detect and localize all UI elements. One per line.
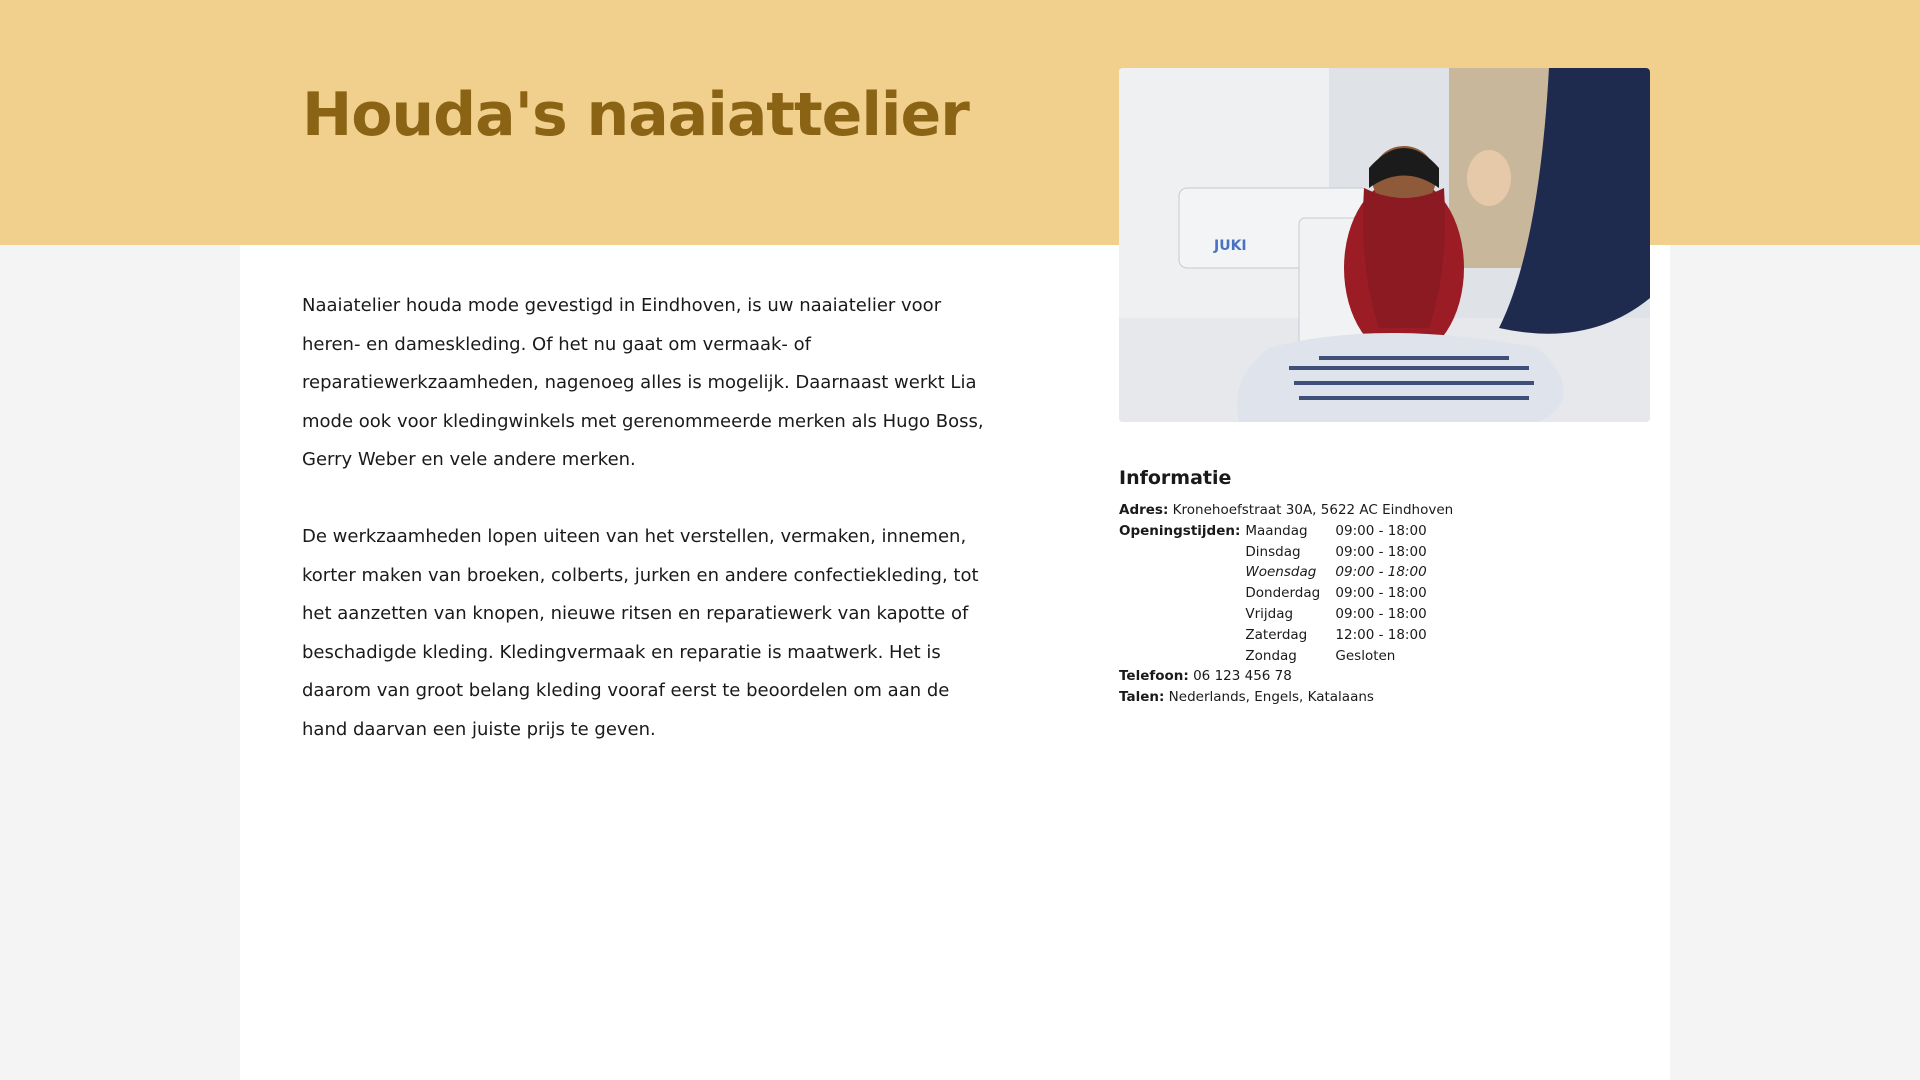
- hours-time: 09:00 - 18:00: [1335, 605, 1427, 622]
- intro-paragraph: De werkzaamheden lopen uiteen van het ve…: [302, 525, 979, 740]
- info-heading: Informatie: [1119, 467, 1232, 489]
- hours-row: Donderdag 09:00 - 18:00: [1245, 583, 1426, 604]
- intro-paragraph: Naaiatelier houda mode gevestigd in Eind…: [302, 295, 984, 471]
- address-label: Adres:: [1119, 502, 1169, 518]
- hours-time: 09:00 - 18:00: [1335, 522, 1427, 539]
- hours-day: Vrijdag: [1245, 605, 1294, 622]
- languages-value: Nederlands, Engels, Katalaans: [1168, 689, 1374, 706]
- languages-row: Talen: Nederlands, Engels, Katalaans: [1119, 687, 1659, 708]
- hours-day: Woensdag: [1245, 564, 1317, 581]
- info-section: Informatie Adres: Kronehoefstraat 30A, 5…: [1119, 466, 1659, 708]
- address-value: Kronehoefstraat 30A, 5622 AC Eindhoven: [1172, 502, 1454, 518]
- opening-hours: Openingstijden: Maandag 09:00 - 18:00 Di…: [1119, 521, 1659, 667]
- hours-time: 12:00 - 18:00: [1335, 626, 1427, 643]
- address-row: Adres: Kronehoefstraat 30A, 5622 AC Eind…: [1119, 500, 1659, 521]
- hours-row-today: Woensdag 09:00 - 18:00: [1245, 562, 1426, 583]
- phone-link[interactable]: 06 123 456 78: [1193, 668, 1292, 684]
- hours-time: 09:00 - 18:00: [1335, 585, 1427, 602]
- hours-row: Zaterdag 12:00 - 18:00: [1245, 625, 1426, 646]
- machine-brand-label: JUKI: [1213, 238, 1247, 254]
- page: Houda's naaiattelier Naaiatelier houda m…: [0, 0, 1920, 1080]
- hours-day: Dinsdag: [1245, 543, 1301, 560]
- hours-row: Maandag 09:00 - 18:00: [1245, 521, 1426, 542]
- hours-time: Gesloten: [1335, 647, 1396, 664]
- intro-text: Naaiatelier houda mode gevestigd in Eind…: [302, 287, 992, 788]
- hours-row: Vrijdag 09:00 - 18:00: [1245, 604, 1426, 625]
- hours-day: Zondag: [1245, 647, 1297, 664]
- hours-day: Donderdag: [1245, 585, 1321, 602]
- phone-label: Telefoon:: [1119, 668, 1189, 685]
- atelier-photo: JUKI: [1119, 68, 1650, 422]
- opening-hours-table: Maandag 09:00 - 18:00 Dinsdag 09:00 - 18…: [1245, 521, 1426, 667]
- languages-label: Talen:: [1119, 689, 1165, 706]
- hours-row: Dinsdag 09:00 - 18:00: [1245, 542, 1426, 563]
- phone-row: Telefoon: 06 123 456 78: [1119, 666, 1659, 687]
- hours-day: Zaterdag: [1245, 626, 1308, 643]
- hours-time: 09:00 - 18:00: [1335, 564, 1427, 581]
- hours-day: Maandag: [1245, 522, 1308, 539]
- hours-time: 09:00 - 18:00: [1335, 543, 1427, 560]
- opening-hours-label: Openingstijden:: [1119, 522, 1241, 539]
- page-title: Houda's naaiattelier: [302, 80, 970, 150]
- hours-row: Zondag Gesloten: [1245, 646, 1426, 667]
